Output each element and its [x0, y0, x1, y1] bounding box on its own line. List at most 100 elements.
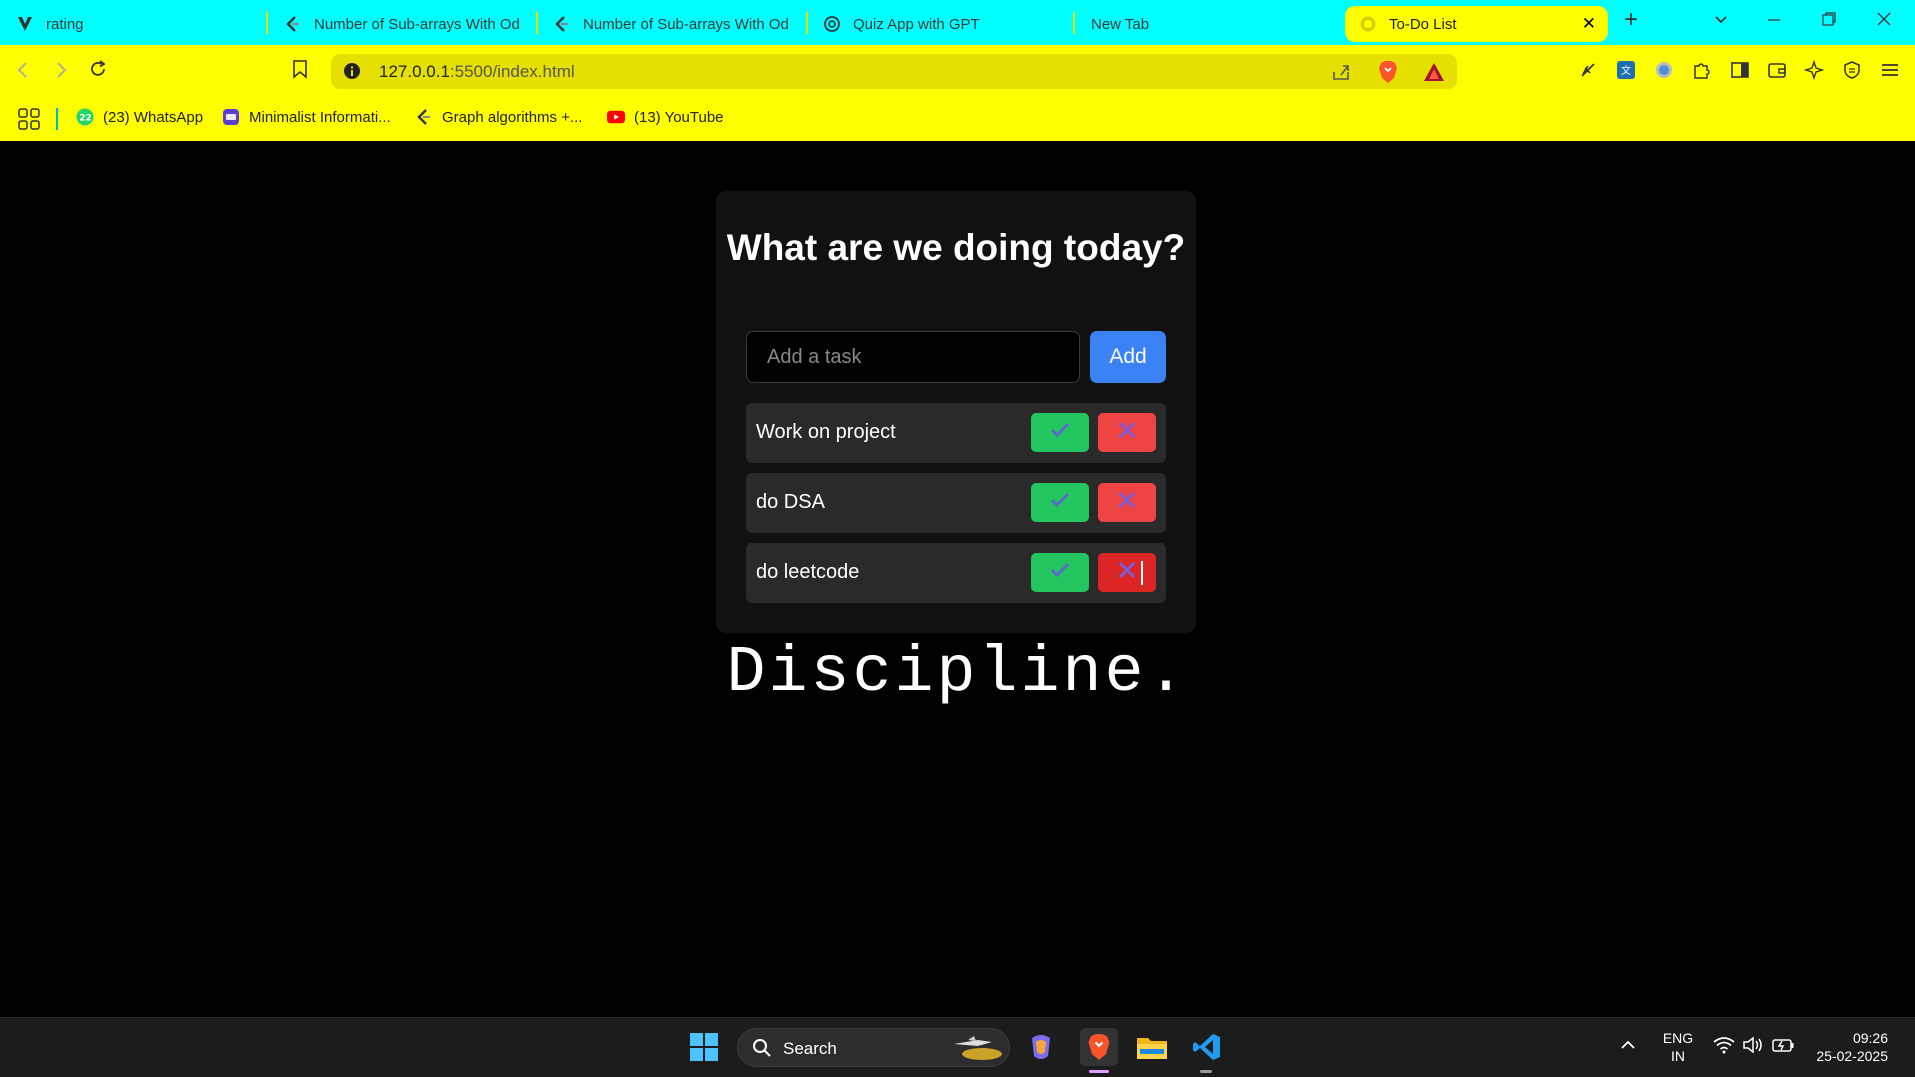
bookmark-label: (13) YouTube	[634, 108, 724, 126]
brave-browser-taskbar-icon[interactable]	[1080, 1028, 1118, 1066]
complete-task-button[interactable]	[1031, 483, 1089, 522]
tab-new-tab[interactable]: New Tab	[1091, 6, 1321, 42]
file-explorer-icon[interactable]	[1135, 1030, 1169, 1064]
delete-task-button[interactable]	[1098, 483, 1156, 522]
bookmark-label: (23) WhatsApp	[103, 108, 204, 126]
open-app-indicator	[1200, 1070, 1212, 1073]
extensions-puzzle-icon[interactable]	[1691, 59, 1713, 81]
globe-icon	[1359, 15, 1377, 33]
v-logo-icon	[16, 15, 34, 33]
motto-text: Discipline.	[726, 636, 1189, 710]
tab-separator	[1073, 12, 1075, 34]
complete-task-button[interactable]	[1031, 413, 1089, 452]
svg-text:文: 文	[1621, 64, 1631, 77]
search-highlight-icon	[948, 1034, 1004, 1067]
openai-icon	[823, 15, 841, 33]
delete-task-button[interactable]	[1098, 413, 1156, 452]
windows-taskbar: Search ENG IN 09:26 25-02-2025	[0, 1017, 1915, 1077]
extension-translate-icon[interactable]: 文	[1615, 59, 1637, 81]
task-label: do DSA	[756, 491, 825, 513]
volume-icon[interactable]	[1742, 1036, 1764, 1059]
bookmark-graph-algorithms[interactable]: Graph algorithms +...	[415, 108, 582, 126]
bookmark-icon[interactable]	[292, 59, 308, 85]
active-app-indicator	[1089, 1070, 1109, 1073]
menu-icon[interactable]	[1879, 59, 1901, 81]
forward-icon[interactable]	[52, 59, 70, 85]
tab-separator	[536, 12, 538, 34]
task-label: Work on project	[756, 421, 896, 443]
bookmark-youtube[interactable]: (13) YouTube	[607, 108, 724, 126]
check-icon	[1050, 422, 1070, 443]
tab-todo-list[interactable]: To-Do List ✕	[1345, 6, 1608, 42]
tab-rating[interactable]: rating	[16, 6, 256, 42]
site-info-icon[interactable]	[343, 62, 361, 85]
wifi-icon[interactable]	[1713, 1036, 1735, 1059]
tab-separator	[266, 12, 268, 34]
apps-grid-icon[interactable]	[18, 108, 40, 130]
check-icon	[1050, 562, 1070, 583]
vscode-icon[interactable]	[1190, 1030, 1224, 1064]
search-icon	[752, 1038, 772, 1063]
todo-card: What are we doing today? Add Work on pro…	[716, 191, 1196, 633]
share-icon[interactable]	[1331, 62, 1351, 87]
clock-date: 25-02-2025	[1816, 1048, 1888, 1064]
close-icon	[1118, 421, 1136, 444]
vpn-shield-icon[interactable]	[1841, 59, 1863, 81]
add-task-button[interactable]: Add	[1090, 331, 1166, 383]
complete-task-button[interactable]	[1031, 553, 1089, 592]
tab-subarrays-1[interactable]: Number of Sub-arrays With Od	[284, 6, 534, 42]
bookmarks-bar: 22 (23) WhatsApp Minimalist Informati...…	[0, 96, 1915, 141]
tab-label: New Tab	[1091, 15, 1150, 33]
back-icon[interactable]	[14, 59, 32, 85]
svg-text:22: 22	[79, 114, 92, 124]
show-hidden-icons-chevron-icon[interactable]	[1619, 1036, 1637, 1059]
check-icon	[1050, 492, 1070, 513]
copilot-icon[interactable]	[1024, 1030, 1058, 1064]
battery-charging-icon[interactable]	[1771, 1036, 1795, 1059]
task-input[interactable]	[746, 331, 1080, 383]
leetcode-icon	[284, 15, 302, 33]
minimize-icon[interactable]	[1766, 10, 1782, 33]
text-cursor	[1141, 561, 1143, 585]
windows-start-icon[interactable]	[687, 1030, 721, 1064]
task-item: Work on project	[746, 403, 1166, 463]
bookmark-minimalist[interactable]: Minimalist Informati...	[222, 108, 391, 126]
tab-subarrays-2[interactable]: Number of Sub-arrays With Od	[553, 6, 803, 42]
brave-shields-icon[interactable]	[1377, 60, 1399, 89]
wallet-icon[interactable]	[1766, 59, 1788, 81]
url-text: 127.0.0.1:5500/index.html	[379, 62, 575, 81]
reload-icon[interactable]	[88, 59, 108, 85]
leo-ai-icon[interactable]	[1803, 59, 1825, 81]
bookmarks-divider	[56, 108, 58, 130]
whatsapp-icon: 22	[76, 108, 94, 126]
restore-icon[interactable]	[1821, 10, 1837, 33]
delete-task-button[interactable]	[1098, 553, 1156, 592]
browser-toolbar: 127.0.0.1:5500/index.html 文	[0, 45, 1915, 96]
notion-style-icon	[222, 108, 240, 126]
clock[interactable]: 09:26 25-02-2025	[1808, 1029, 1888, 1065]
extension-timer-icon[interactable]	[1653, 59, 1675, 81]
task-item: do leetcode	[746, 543, 1166, 603]
leetcode-icon	[415, 108, 433, 126]
bookmark-label: Graph algorithms +...	[442, 108, 583, 126]
close-icon	[1118, 561, 1136, 584]
close-icon	[1118, 491, 1136, 514]
tab-quiz-app[interactable]: Quiz App with GPT	[823, 6, 1063, 42]
extension-feather-icon[interactable]	[1577, 59, 1599, 81]
address-bar[interactable]: 127.0.0.1:5500/index.html	[331, 54, 1457, 89]
tab-label: rating	[46, 15, 84, 33]
tab-separator	[806, 12, 808, 34]
close-tab-icon[interactable]: ✕	[1582, 14, 1596, 34]
tab-search-chevron-icon[interactable]	[1713, 10, 1729, 33]
task-item: do DSA	[746, 473, 1166, 533]
close-window-icon[interactable]	[1876, 10, 1892, 33]
tab-strip: rating Number of Sub-arrays With Od Numb…	[0, 0, 1915, 45]
sidebar-toggle-icon[interactable]	[1729, 59, 1751, 81]
brave-rewards-icon[interactable]	[1423, 62, 1445, 87]
taskbar-search[interactable]: Search	[737, 1028, 1010, 1067]
language-indicator[interactable]: ENG IN	[1662, 1029, 1694, 1065]
new-tab-icon[interactable]: +	[1624, 6, 1638, 34]
bookmark-whatsapp[interactable]: 22 (23) WhatsApp	[76, 108, 203, 126]
leetcode-icon	[553, 15, 571, 33]
search-label: Search	[783, 1039, 837, 1058]
